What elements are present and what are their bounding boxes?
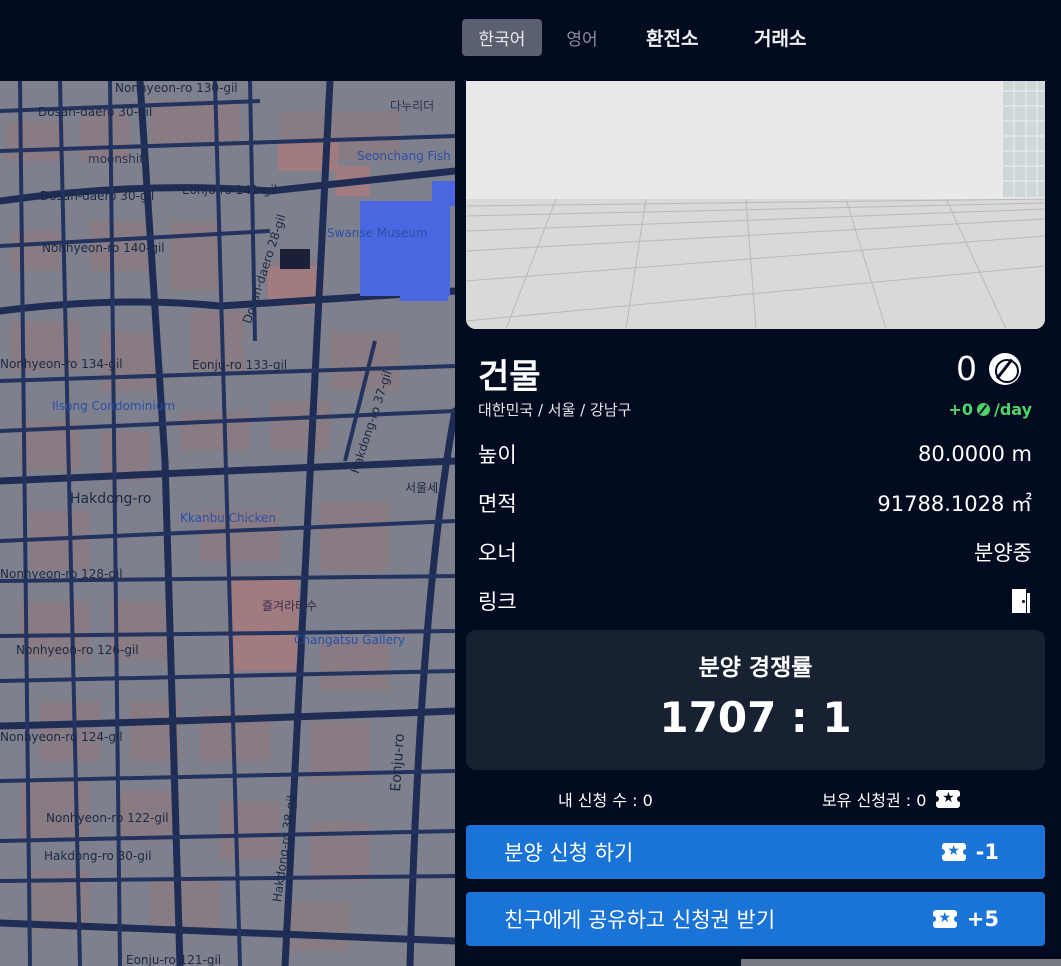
- area-row: 면적 91788.1028 ㎡: [478, 488, 1032, 518]
- apply-button[interactable]: 분양 신청 하기 -1: [466, 825, 1045, 879]
- owned-ticket-text: 보유 신청권 : 0: [822, 791, 927, 810]
- owner-value: 분양중: [974, 541, 1032, 565]
- area-label: 면적: [478, 492, 517, 516]
- top-navigation-bar: 한국어 영어 환전소 거래소: [0, 0, 1061, 81]
- owner-label: 오너: [478, 541, 517, 565]
- scroll-indicator[interactable]: [741, 959, 1061, 966]
- link-label: 링크: [478, 590, 517, 614]
- language-english-button[interactable]: 영어: [552, 19, 612, 56]
- height-row: 높이 80.0000 m: [478, 439, 1032, 469]
- income-rate: +0 /day: [948, 400, 1032, 419]
- map-road-label: Dosan-daero 30-gil: [38, 105, 153, 119]
- share-reward: +5: [929, 907, 999, 931]
- map-road-label: Nonhyeon-ro 126-gil: [16, 643, 139, 657]
- map-poi-label: moonshift: [88, 152, 148, 166]
- share-reward-value: +5: [966, 907, 999, 931]
- map-road-label: Dosan-daero 30-gil: [40, 189, 155, 203]
- apply-cost-value: -1: [975, 840, 999, 864]
- owned-ticket-count: 보유 신청권 : 0: [822, 787, 961, 811]
- map-poi-label: Ilsong Condominium: [52, 399, 176, 413]
- building-location: 대한민국 / 서울 / 강남구: [478, 401, 632, 419]
- ticket-icon: [933, 789, 961, 808]
- share-button[interactable]: 친구에게 공유하고 신청권 받기 +5: [466, 892, 1045, 946]
- competition-title: 분양 경쟁률: [698, 655, 813, 681]
- map-poi-label: Changatsu Gallery: [294, 633, 406, 647]
- map-poi-label: Kkanbu Chicken: [180, 511, 277, 525]
- rate-value: +0: [948, 400, 973, 419]
- building-detail-panel: 건물 대한민국 / 서울 / 강남구 0 +0 /day 높이 80.0000 …: [455, 81, 1061, 966]
- map-road-label: Nonhyeon-ro 134-gil: [0, 357, 123, 371]
- apply-button-label: 분양 신청 하기: [504, 841, 634, 865]
- link-row: 링크: [478, 586, 1032, 616]
- map-road-label: Eonju-ro 121-gil: [126, 953, 222, 966]
- map-road-label: Nonhyeon-ro 122-gil: [46, 811, 169, 825]
- height-value: 80.0000 m: [918, 442, 1032, 466]
- map-poi-label: Swanse Museum: [327, 226, 428, 240]
- my-application-count: 내 신청 수 : 0: [558, 787, 653, 811]
- rate-unit: /day: [993, 400, 1032, 419]
- building-title: 건물: [478, 357, 541, 397]
- owner-row: 오너 분양중: [478, 537, 1032, 567]
- map-road-label: Nonhyeon-ro 130-gil: [115, 81, 238, 95]
- map-poi-label: 즐겨라터수: [262, 599, 318, 613]
- door-icon[interactable]: [1010, 589, 1032, 613]
- map-view[interactable]: Nonhyeon-ro 130-gil Dosan-daero 30-gil D…: [0, 81, 455, 966]
- map-road-label: Nonhyeon-ro 140-gil: [42, 241, 165, 255]
- apply-cost: -1: [938, 840, 999, 864]
- map-road-label: Hakdong-ro 30-gil: [44, 849, 152, 863]
- share-button-label: 친구에게 공유하고 신청권 받기: [504, 908, 776, 932]
- height-label: 높이: [478, 443, 517, 467]
- map-road-label: Hakdong-ro: [70, 491, 152, 507]
- map-road-label: Eonju-ro 141-gil: [182, 183, 278, 197]
- building-balance: 0: [956, 349, 1021, 388]
- language-korean-button[interactable]: 한국어: [462, 19, 542, 56]
- building-3d-preview[interactable]: [466, 81, 1045, 329]
- map-poi-label: Seonchang Fish Restaurant: [357, 149, 455, 163]
- my-application-text: 내 신청 수 : 0: [558, 791, 653, 810]
- coin-icon: [989, 352, 1021, 385]
- area-value: 91788.1028 ㎡: [877, 492, 1032, 516]
- competition-ratio: 1707 : 1: [659, 693, 852, 742]
- map-road-label: Eonju-ro 133-gil: [192, 358, 288, 372]
- coin-small-icon: [976, 403, 990, 416]
- balance-value: 0: [956, 349, 977, 388]
- nav-market-link[interactable]: 거래소: [754, 19, 806, 56]
- map-poi-label: 다누리더: [390, 99, 435, 113]
- map-road-label: Nonhyeon-ro 128-gil: [0, 567, 123, 581]
- ticket-icon: [929, 909, 957, 928]
- nav-exchange-link[interactable]: 환전소: [646, 19, 698, 56]
- map-road-label: Nonhyeon-ro 124-gil: [0, 730, 123, 744]
- ticket-icon: [938, 842, 966, 861]
- map-road-label: 서울세: [405, 481, 439, 495]
- competition-card: 분양 경쟁률 1707 : 1: [466, 630, 1045, 770]
